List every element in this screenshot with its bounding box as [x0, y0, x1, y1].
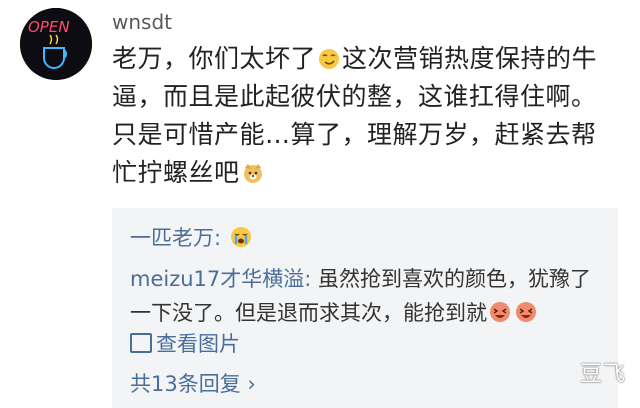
comment-text: 老万，你们太坏了 这次营销热度保持的牛 逼，而且是此起彼伏的整，这谁扛得住啊。 只…	[112, 40, 632, 192]
reply-item[interactable]: meizu17才华横溢: 虽然抢到喜欢的颜色，犹豫了一下没了。但是退而求其次，能…	[130, 262, 610, 330]
laughing-emoji-icon	[515, 301, 537, 323]
view-images-link[interactable]: 查看图片	[130, 328, 240, 360]
comment-line: 这次营销热度保持的牛	[342, 44, 598, 73]
open-coffee-sign-icon: OPEN	[20, 8, 92, 80]
comment-line: 忙拧螺丝吧	[112, 158, 240, 187]
reply-author[interactable]: 一匹老万:	[130, 226, 221, 250]
avatar[interactable]: OPEN	[20, 8, 92, 80]
avatar-sign-text: OPEN	[28, 18, 70, 36]
comment-line: 逼，而且是此起彼伏的整，这谁扛得住啊。	[112, 82, 597, 111]
comment-line: 只是可惜产能…算了，理解万岁，赶紧去帮	[112, 120, 597, 149]
watermark: 豆飞	[579, 362, 626, 387]
laughing-emoji-icon	[489, 301, 511, 323]
dog-emoji-icon	[242, 162, 264, 184]
comment-line: 老万，你们太坏了	[112, 44, 317, 73]
smirk-emoji-icon	[318, 48, 340, 70]
image-icon	[130, 333, 152, 353]
view-images-label: 查看图片	[156, 332, 240, 356]
reply-author[interactable]: meizu17才华横溢:	[130, 267, 311, 291]
reply-item[interactable]: 一匹老万:	[130, 222, 254, 254]
crying-emoji-icon	[230, 226, 252, 248]
replies-panel: 一匹老万: meizu17才华横溢: 虽然抢到喜欢的颜色，犹豫了一下没了。但是退…	[112, 208, 618, 408]
username[interactable]: wnsdt	[112, 10, 172, 34]
more-replies-link[interactable]: 共13条回复 ›	[130, 368, 256, 400]
